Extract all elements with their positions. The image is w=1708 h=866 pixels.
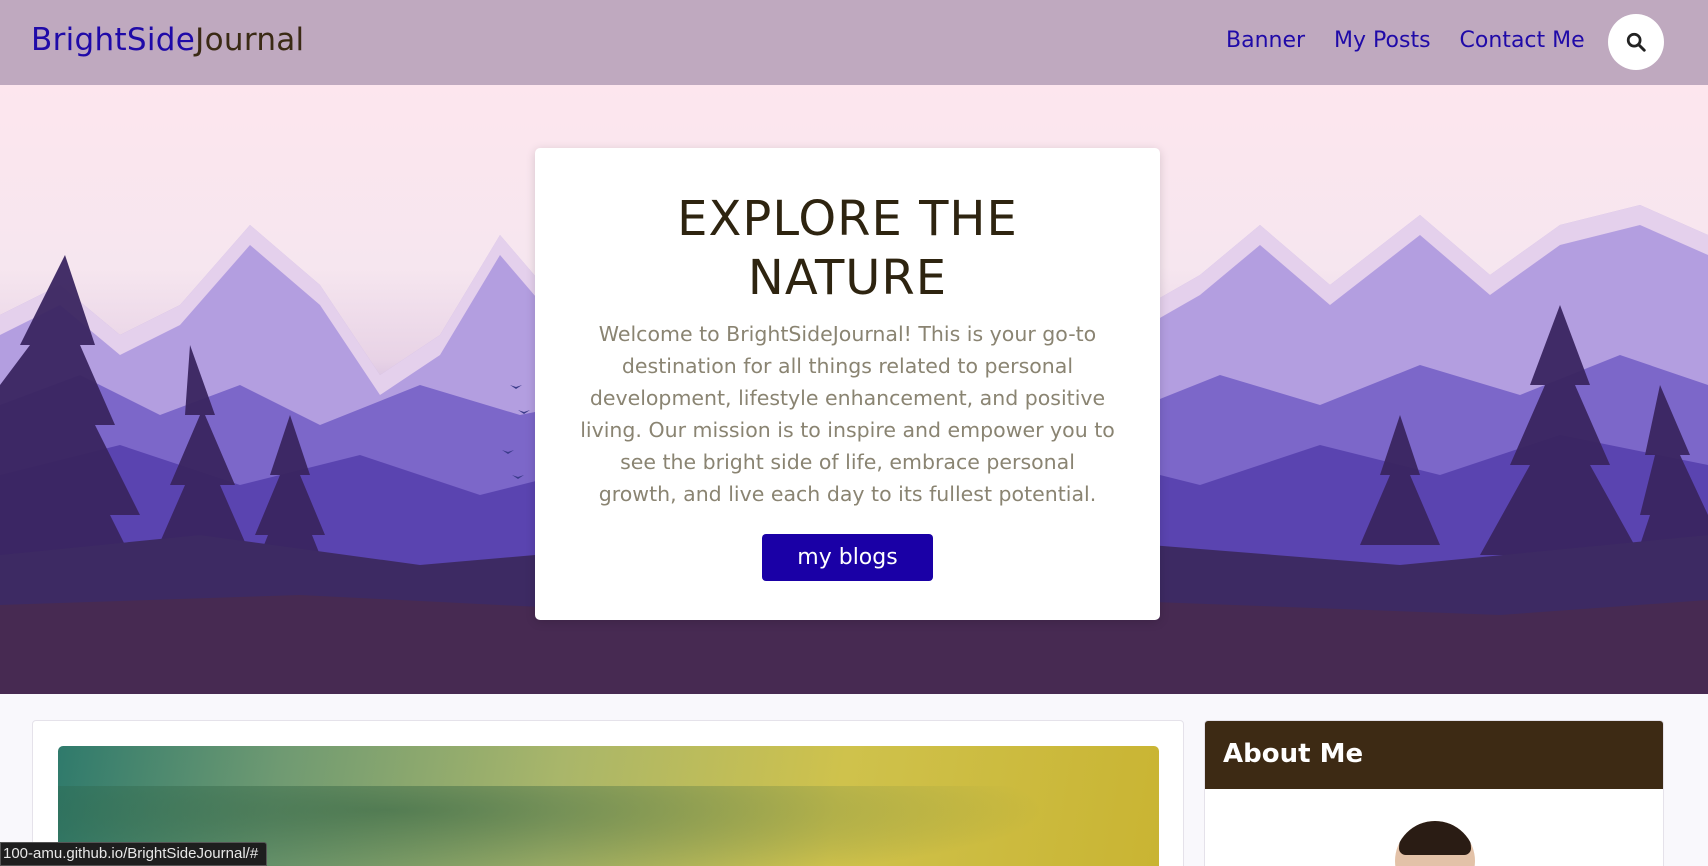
nav-links: Banner My Posts Contact Me	[1226, 28, 1614, 53]
hero-card: EXPLORE THE NATURE Welcome to BrightSide…	[535, 148, 1160, 620]
about-me-card: About Me	[1204, 720, 1664, 866]
status-bar-url: 100-amu.github.io/BrightSideJournal/#	[0, 842, 268, 866]
nav-link-my-posts[interactable]: My Posts	[1334, 28, 1431, 53]
hero-title-line-2: NATURE	[747, 250, 948, 306]
brand-logo[interactable]: BrightSideJournal	[31, 22, 304, 58]
hero-title: EXPLORE THE NATURE	[535, 190, 1160, 308]
search-button[interactable]	[1608, 14, 1664, 70]
search-icon	[1626, 32, 1646, 52]
avatar	[1395, 821, 1475, 866]
navbar: BrightSideJournal Banner My Posts Contac…	[0, 0, 1708, 85]
nav-link-contact-me[interactable]: Contact Me	[1460, 28, 1585, 53]
nav-link-banner[interactable]: Banner	[1226, 28, 1305, 53]
about-me-header: About Me	[1205, 721, 1663, 789]
about-me-title: About Me	[1223, 739, 1364, 769]
hero-banner: EXPLORE THE NATURE Welcome to BrightSide…	[0, 85, 1708, 694]
my-blogs-button[interactable]: my blogs	[762, 534, 933, 581]
brand-part-2: Journal	[195, 22, 305, 58]
hero-description: Welcome to BrightSideJournal! This is yo…	[580, 322, 1115, 506]
brand-part-1: BrightSide	[31, 22, 196, 58]
hero-title-line-1: EXPLORE THE	[677, 191, 1018, 247]
